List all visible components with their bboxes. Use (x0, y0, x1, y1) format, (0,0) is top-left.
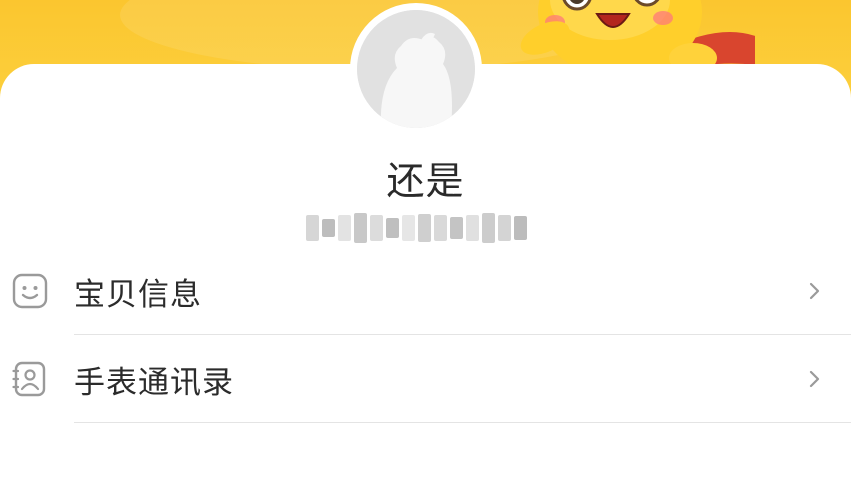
smiley-face-icon (12, 273, 48, 309)
menu-item-baby-info[interactable]: 宝贝信息 (0, 248, 851, 334)
profile-name: 还是 (386, 159, 465, 203)
silhouette-icon (357, 10, 475, 128)
masked-phone-number (306, 210, 530, 246)
chevron-right-icon (809, 282, 820, 300)
default-avatar-image (357, 10, 475, 128)
chevron-right-icon (809, 370, 820, 388)
menu-item-label: 宝贝信息 (74, 276, 202, 313)
avatar[interactable] (350, 3, 482, 135)
contact-book-icon (12, 361, 46, 397)
menu-item-watch-contacts[interactable]: 手表通讯录 (0, 336, 851, 422)
menu-divider (74, 334, 851, 335)
menu-item-label: 手表通讯录 (74, 364, 234, 401)
menu-divider (74, 422, 851, 423)
